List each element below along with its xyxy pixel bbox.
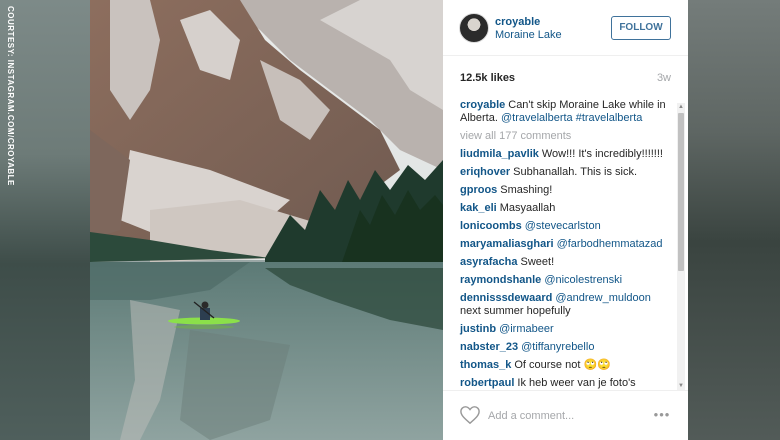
comment-row: gproos Smashing! xyxy=(460,184,672,197)
comment-text: Smashing! xyxy=(500,184,553,196)
comment-username[interactable]: liudmila_pavlik xyxy=(460,148,539,160)
likes-count[interactable]: 12.5k likes xyxy=(460,72,515,84)
comment-mention[interactable]: @irmabeer xyxy=(499,323,554,335)
comment-username[interactable]: lonicoombs xyxy=(460,220,522,232)
comment-username[interactable]: robertpaul xyxy=(460,377,514,389)
comment-row: asyrafacha Sweet! xyxy=(460,256,672,269)
post-header: croyable Moraine Lake FOLLOW xyxy=(443,0,688,56)
comment-mention[interactable]: @stevecarlston xyxy=(525,220,601,232)
comment-username[interactable]: gproos xyxy=(460,184,497,196)
add-comment-input[interactable] xyxy=(488,408,638,424)
comment-mention[interactable]: @nicolestrenski xyxy=(544,274,622,286)
comment-mention[interactable]: @tiffanyrebello xyxy=(521,341,594,353)
comment-username[interactable]: maryamaliasghari xyxy=(460,238,554,250)
comment-row: raymondshanle @nicolestrenski xyxy=(460,274,672,287)
comment-mention[interactable]: @farbodhemmatazad xyxy=(557,238,663,250)
comment-text: Wow!!! It's incredibly!!!!!!! xyxy=(541,148,663,160)
scrollbar-thumb[interactable] xyxy=(678,113,684,271)
comment-text: Of course not 🙄🙄 xyxy=(514,359,611,371)
scroll-down-arrow-icon[interactable]: ▼ xyxy=(677,382,685,390)
blurred-backdrop-left: COURTESY: INSTAGRAM.COM/CROYABLE xyxy=(0,0,90,440)
comment-row: justinb @irmabeer xyxy=(460,323,672,336)
post-photo xyxy=(90,0,443,440)
comment-username[interactable]: asyrafacha xyxy=(460,256,518,268)
comment-username[interactable]: thomas_k xyxy=(460,359,511,371)
scroll-up-arrow-icon[interactable]: ▲ xyxy=(677,103,685,111)
post-side-panel: croyable Moraine Lake FOLLOW 12.5k likes… xyxy=(443,0,688,440)
caption: croyable Can't skip Moraine Lake while in… xyxy=(460,99,672,125)
avatar[interactable] xyxy=(459,13,489,43)
comment-row: liudmila_pavlik Wow!!! It's incredibly!!!… xyxy=(460,148,672,161)
comment-row: nabster_23 @tiffanyrebello xyxy=(460,341,672,354)
comments-section[interactable]: croyable Can't skip Moraine Lake while in… xyxy=(443,96,688,390)
comment-row: maryamaliasghari @farbodhemmatazad xyxy=(460,238,672,251)
caption-tags[interactable]: @travelalberta #travelalberta xyxy=(501,112,642,124)
comment-mention[interactable]: @andrew_muldoon xyxy=(555,292,651,304)
blurred-backdrop-right xyxy=(688,0,780,440)
comment-row: thomas_k Of course not 🙄🙄 xyxy=(460,359,672,372)
post-stats: 12.5k likes 3w xyxy=(443,56,688,96)
heart-icon[interactable] xyxy=(459,405,481,425)
comment-username[interactable]: nabster_23 xyxy=(460,341,518,353)
post-footer: ••• xyxy=(443,390,688,440)
comment-username[interactable]: eriqhover xyxy=(460,166,510,178)
view-all-comments-link[interactable]: view all 177 comments xyxy=(460,130,672,143)
comment-text: Masyaallah xyxy=(499,202,556,214)
comment-username[interactable]: kak_eli xyxy=(460,202,497,214)
follow-button[interactable]: FOLLOW xyxy=(611,16,671,40)
comments-scrollbar[interactable]: ▲ ▼ xyxy=(677,103,685,390)
more-options-icon[interactable]: ••• xyxy=(651,405,673,425)
comment-username[interactable]: raymondshanle xyxy=(460,274,541,286)
comment-text: Ik heb weer van je foto's xyxy=(517,377,636,389)
comment-text: Sweet! xyxy=(520,256,555,268)
comment-row: eriqhover Subhanallah. This is sick. xyxy=(460,166,672,179)
post-username[interactable]: croyable xyxy=(495,16,540,28)
caption-username[interactable]: croyable xyxy=(460,99,505,111)
comment-row: kak_eli Masyaallah xyxy=(460,202,672,215)
comment-username[interactable]: dennisssdewaard xyxy=(460,292,552,304)
comment-row: lonicoombs @stevecarlston xyxy=(460,220,672,233)
photo-credit: COURTESY: INSTAGRAM.COM/CROYABLE xyxy=(6,6,15,186)
comment-username[interactable]: justinb xyxy=(460,323,496,335)
comment-text: next summer hopefully xyxy=(460,305,571,317)
post-age: 3w xyxy=(656,72,671,84)
comment-row: robertpaul Ik heb weer van je foto's xyxy=(460,377,672,390)
comment-list: croyable Can't skip Moraine Lake while in… xyxy=(460,99,672,390)
comment-text: Subhanallah. This is sick. xyxy=(513,166,638,178)
comment-row: dennisssdewaard @andrew_muldoon next summ… xyxy=(460,292,672,318)
post-location[interactable]: Moraine Lake xyxy=(495,29,562,41)
